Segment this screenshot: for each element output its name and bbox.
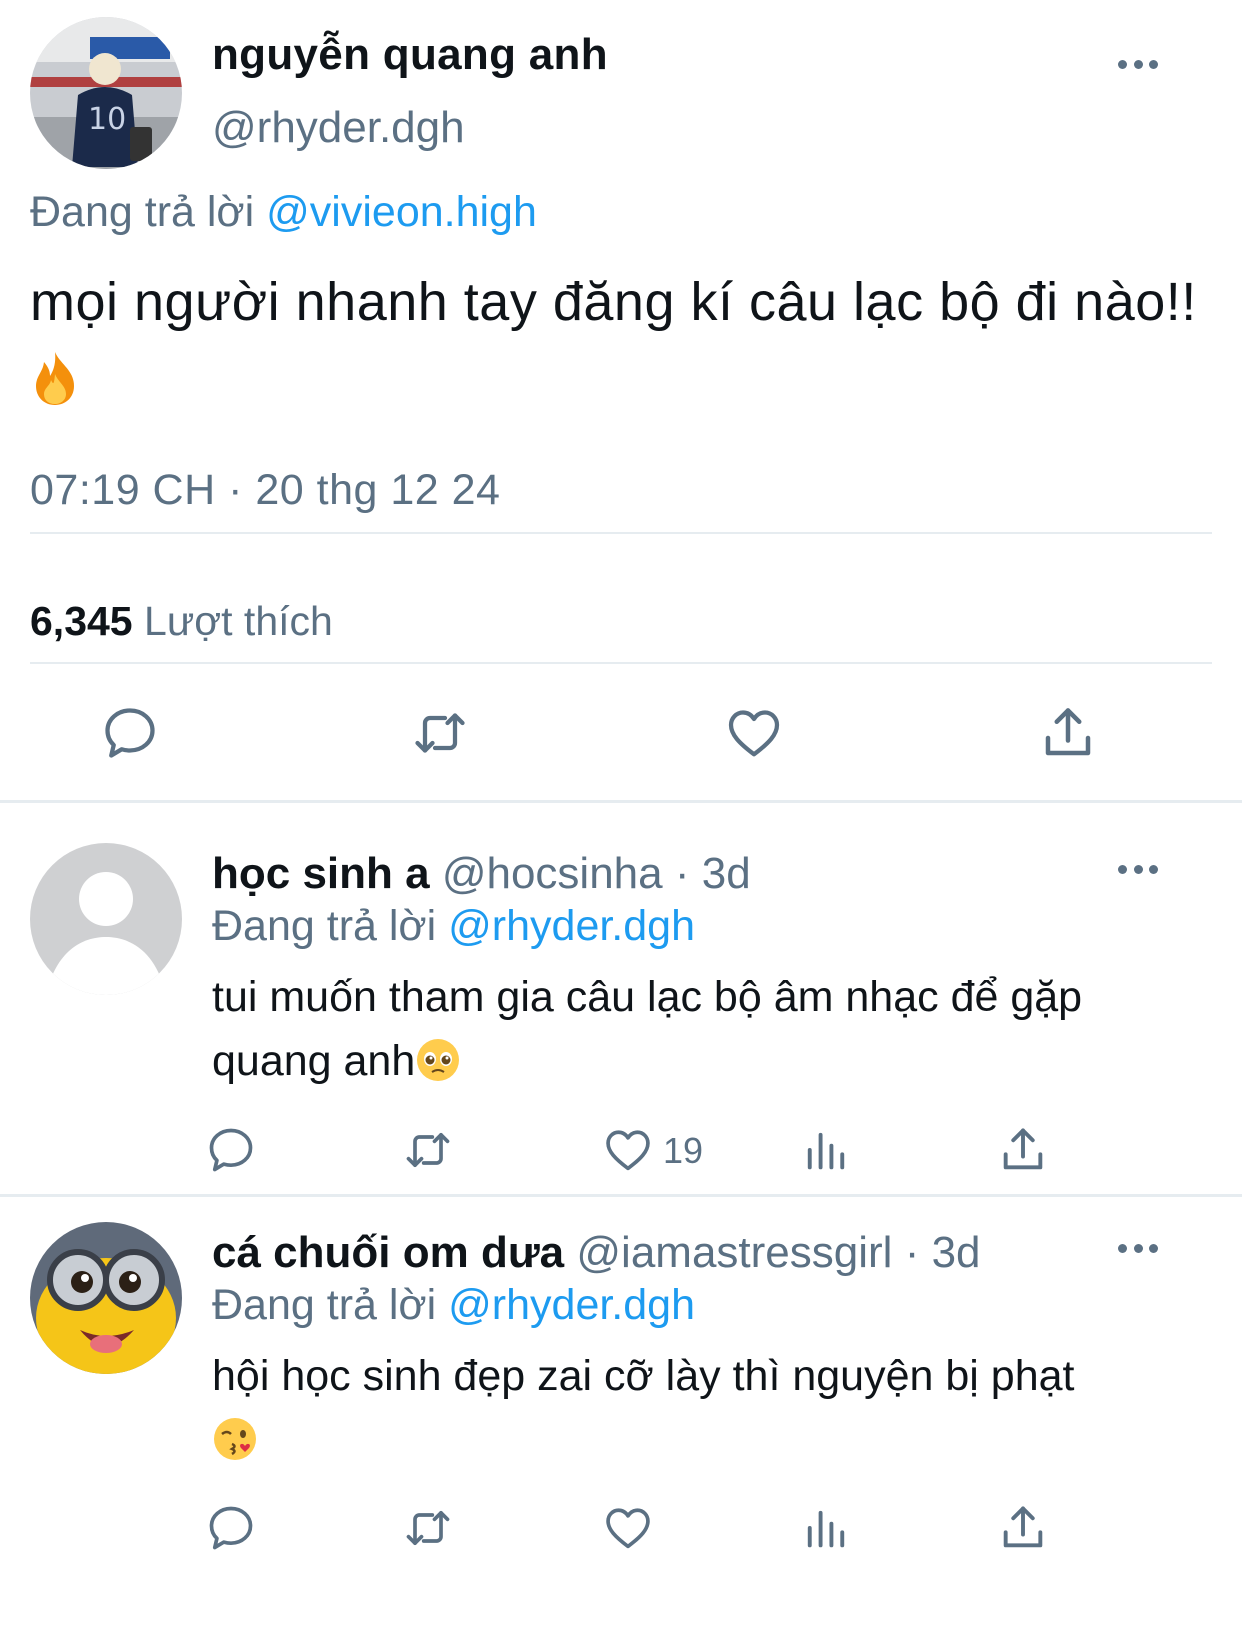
reply-replying-to: Đang trả lời @rhyder.dgh bbox=[212, 902, 695, 951]
divider bbox=[30, 662, 1212, 664]
main-replying-to: Đang trả lời @vivieon.high bbox=[30, 188, 537, 237]
like-icon[interactable] bbox=[602, 1502, 654, 1554]
share-icon[interactable] bbox=[997, 1124, 1049, 1176]
reply-text: tui muốn tham gia câu lạc bộ âm nhạc để … bbox=[212, 965, 1202, 1093]
reply-body: tui muốn tham gia câu lạc bộ âm nhạc để … bbox=[212, 973, 1083, 1085]
more-options-icon[interactable] bbox=[1118, 863, 1158, 875]
reply-header: học sinh a @hocsinha · 3d bbox=[212, 849, 751, 899]
divider bbox=[30, 532, 1212, 534]
reply-separator: · bbox=[674, 849, 690, 898]
reply-display-name[interactable]: cá chuối om dưa bbox=[212, 1228, 564, 1277]
replying-prefix: Đang trả lời bbox=[30, 188, 255, 236]
reply-avatar[interactable] bbox=[30, 843, 182, 995]
main-avatar[interactable]: 10 bbox=[30, 17, 182, 169]
replying-to-link[interactable]: @rhyder.dgh bbox=[448, 1281, 695, 1329]
like-icon[interactable] bbox=[724, 703, 784, 763]
pleading-face-emoji-icon bbox=[415, 1037, 461, 1083]
reply-replying-to: Đang trả lời @rhyder.dgh bbox=[212, 1281, 695, 1330]
main-tweet-text: mọi người nhanh tay đăng kí câu lạc bộ đ… bbox=[30, 262, 1210, 422]
share-icon[interactable] bbox=[997, 1502, 1049, 1554]
more-options-icon[interactable] bbox=[1118, 58, 1158, 70]
replying-to-link[interactable]: @vivieon.high bbox=[266, 188, 537, 236]
likes-label: Lượt thích bbox=[144, 598, 333, 644]
main-handle[interactable]: @rhyder.dgh bbox=[212, 103, 465, 153]
replying-prefix: Đang trả lời bbox=[212, 902, 437, 950]
reply-handle[interactable]: @iamastressgirl bbox=[576, 1228, 892, 1277]
reply-icon[interactable] bbox=[205, 1124, 257, 1176]
reply-display-name[interactable]: học sinh a bbox=[212, 849, 430, 898]
reply-text: hội học sinh đẹp zai cỡ lày thì nguyện b… bbox=[212, 1344, 1202, 1472]
analytics-icon[interactable] bbox=[800, 1502, 852, 1554]
analytics-icon[interactable] bbox=[800, 1124, 852, 1176]
reply-separator: · bbox=[904, 1228, 920, 1277]
reply-icon[interactable] bbox=[205, 1502, 257, 1554]
reply-handle[interactable]: @hocsinha bbox=[442, 849, 663, 898]
retweet-icon[interactable] bbox=[410, 703, 470, 763]
main-display-name[interactable]: nguyễn quang anh bbox=[212, 30, 608, 80]
replying-prefix: Đang trả lời bbox=[212, 1281, 437, 1329]
likes-count: 6,345 bbox=[30, 598, 133, 644]
like-icon[interactable] bbox=[602, 1124, 654, 1176]
more-options-icon[interactable] bbox=[1118, 1242, 1158, 1254]
replying-to-link[interactable]: @rhyder.dgh bbox=[448, 902, 695, 950]
reply-icon[interactable] bbox=[100, 703, 160, 763]
reply-header: cá chuối om dưa @iamastressgirl · 3d bbox=[212, 1228, 981, 1278]
reply-age[interactable]: 3d bbox=[702, 849, 751, 898]
share-icon[interactable] bbox=[1038, 703, 1098, 763]
likes-summary[interactable]: 6,345 Lượt thích bbox=[30, 598, 333, 645]
fire-emoji-icon bbox=[30, 348, 80, 405]
divider bbox=[0, 800, 1242, 803]
reply-body: hội học sinh đẹp zai cỡ lày thì nguyện b… bbox=[212, 1352, 1075, 1400]
reply-avatar[interactable] bbox=[30, 1222, 182, 1374]
main-tweet-body: mọi người nhanh tay đăng kí câu lạc bộ đ… bbox=[30, 272, 1197, 332]
main-timestamp[interactable]: 07:19 CH · 20 thg 12 24 bbox=[30, 466, 500, 515]
svg-text:10: 10 bbox=[88, 102, 126, 137]
retweet-icon[interactable] bbox=[402, 1502, 454, 1554]
like-count: 19 bbox=[663, 1130, 704, 1171]
kissing-face-emoji-icon bbox=[212, 1416, 258, 1462]
reply-age[interactable]: 3d bbox=[932, 1228, 981, 1277]
retweet-icon[interactable] bbox=[402, 1124, 454, 1176]
divider bbox=[0, 1194, 1242, 1197]
